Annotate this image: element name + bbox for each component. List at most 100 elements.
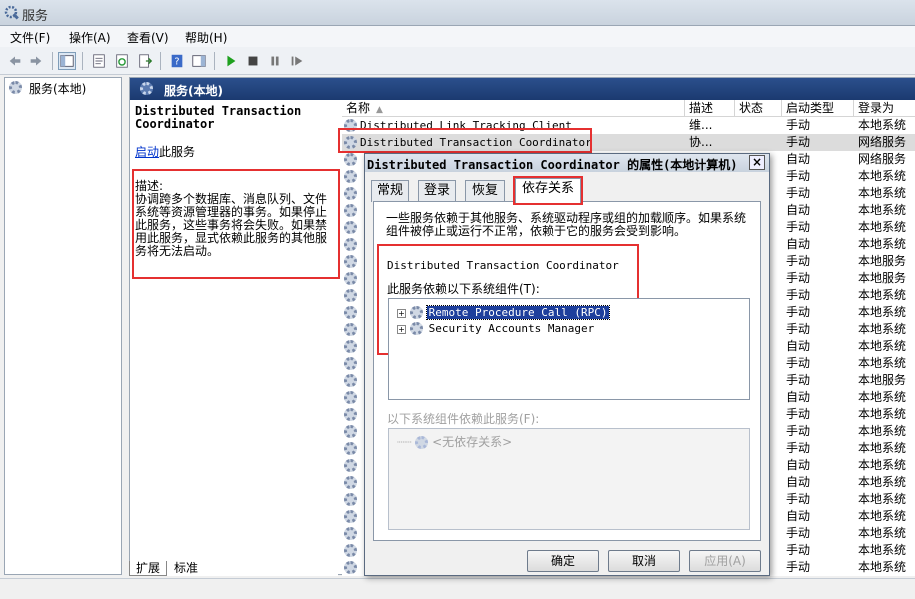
properties-dialog: Distributed Transaction Coordinator 的属性(… xyxy=(364,153,770,576)
service-gear-icon xyxy=(344,561,357,574)
cell-startup: 手动 xyxy=(786,424,811,438)
cell-logon: 本地服务 xyxy=(858,254,907,268)
service-gear-icon xyxy=(344,323,357,336)
col-header-logon-as[interactable]: 登录为 xyxy=(854,100,915,117)
toolbar: ? xyxy=(0,47,915,75)
cell-startup: 手动 xyxy=(786,118,811,132)
properties-sheet-icon[interactable] xyxy=(90,52,108,70)
cancel-button[interactable]: 取消 xyxy=(608,550,680,572)
service-gear-icon xyxy=(344,374,357,387)
cell-logon: 本地系统 xyxy=(858,543,907,557)
service-gear-icon xyxy=(344,357,357,370)
dependents-item-label: <无依存关系> xyxy=(432,435,513,449)
services-node-icon xyxy=(9,81,22,97)
col-header-description[interactable]: 描述 xyxy=(685,100,735,117)
dialog-close-button[interactable]: × xyxy=(749,155,765,170)
cell-startup: 手动 xyxy=(786,271,811,285)
cell-startup: 自动 xyxy=(786,390,811,404)
cell-startup: 手动 xyxy=(786,322,811,336)
cell-logon: 本地系统 xyxy=(858,118,907,132)
service-gear-icon xyxy=(344,204,357,217)
dependents-item: ┈┈ <无依存关系> xyxy=(397,435,513,449)
cell-logon: 本地系统 xyxy=(858,356,907,370)
stop-service-icon[interactable] xyxy=(244,52,262,70)
cell-startup: 手动 xyxy=(786,220,811,234)
console-tree-icon[interactable] xyxy=(58,52,76,70)
cell-logon: 本地系统 xyxy=(858,203,907,217)
expand-icon[interactable]: + xyxy=(397,325,406,334)
service-gear-icon xyxy=(344,187,357,200)
cell-startup: 手动 xyxy=(786,254,811,268)
window-title: 服务 xyxy=(22,9,49,24)
cell-startup: 手动 xyxy=(786,373,811,387)
tab-logon[interactable]: 登录 xyxy=(418,180,456,202)
tab-extended[interactable]: 扩展 xyxy=(129,561,167,576)
cell-logon: 本地系统 xyxy=(858,169,907,183)
cell-startup: 自动 xyxy=(786,339,811,353)
cell-logon: 本地系统 xyxy=(858,186,907,200)
refresh-icon[interactable] xyxy=(113,52,131,70)
start-service-link[interactable]: 启动 xyxy=(135,145,159,159)
service-gear-icon xyxy=(344,527,357,540)
cell-logon: 本地系统 xyxy=(858,560,907,574)
back-arrow-icon[interactable] xyxy=(6,52,24,70)
cell-startup: 手动 xyxy=(786,135,811,149)
tab-recovery[interactable]: 恢复 xyxy=(465,180,505,202)
ok-button[interactable]: 确定 xyxy=(527,550,599,572)
col-header-name[interactable]: 名称 ▲ xyxy=(342,100,685,117)
depends-on-item[interactable]: + Security Accounts Manager xyxy=(397,321,596,335)
dialog-title: Distributed Transaction Coordinator 的属性(… xyxy=(367,158,738,172)
service-gear-icon xyxy=(344,442,357,455)
cell-startup: 手动 xyxy=(786,492,811,506)
forward-arrow-icon[interactable] xyxy=(27,52,45,70)
service-gear-icon xyxy=(344,340,357,353)
cell-logon: 本地系统 xyxy=(858,339,907,353)
service-gear-icon xyxy=(344,221,357,234)
menu-action[interactable]: 操作(A) xyxy=(69,29,111,46)
cell-desc: 协... xyxy=(689,135,713,149)
service-gear-icon xyxy=(344,425,357,438)
service-gear-icon xyxy=(344,289,357,302)
content-header-title: 服务(本地) xyxy=(164,84,223,98)
cell-logon: 本地系统 xyxy=(858,526,907,540)
tab-standard[interactable]: 标准 xyxy=(169,561,203,576)
col-header-status[interactable]: 状态 xyxy=(735,100,782,117)
cell-startup: 手动 xyxy=(786,441,811,455)
service-gear-icon xyxy=(409,322,423,335)
dependencies-intro: 一些服务依赖于其他服务、系统驱动程序或组的加载顺序。如果系统组件被停止或运行不正… xyxy=(386,211,747,238)
service-gear-icon xyxy=(344,391,357,404)
dependents-tree: ┈┈ <无依存关系> xyxy=(388,428,750,530)
tree-node-services-local[interactable]: 服务(本地) xyxy=(29,80,86,97)
cell-logon: 本地系统 xyxy=(858,509,907,523)
expand-icon[interactable]: + xyxy=(397,309,406,318)
col-header-startup-type[interactable]: 启动类型 xyxy=(782,100,854,117)
menu-view[interactable]: 查看(V) xyxy=(127,29,169,46)
cell-startup: 手动 xyxy=(786,288,811,302)
cell-startup: 自动 xyxy=(786,475,811,489)
cell-logon: 网络服务 xyxy=(858,135,907,149)
description-panel: Distributed Transaction Coordinator 启动此服… xyxy=(130,100,340,576)
help-icon[interactable]: ? xyxy=(168,52,186,70)
service-gear-icon xyxy=(344,306,357,319)
depends-on-item-label: Security Accounts Manager xyxy=(428,322,595,335)
show-hide-action-pane-icon[interactable] xyxy=(190,52,208,70)
tab-general[interactable]: 常规 xyxy=(371,180,409,202)
cell-startup: 自动 xyxy=(786,152,811,166)
service-gear-icon xyxy=(344,170,357,183)
cell-startup: 手动 xyxy=(786,356,811,370)
restart-service-icon[interactable] xyxy=(288,52,306,70)
pause-service-icon[interactable] xyxy=(266,52,284,70)
tab-dependencies-highlight xyxy=(513,176,583,205)
start-service-icon[interactable] xyxy=(222,52,240,70)
cell-startup: 手动 xyxy=(786,526,811,540)
depends-on-tree[interactable]: + Remote Procedure Call (RPC) + Security… xyxy=(388,298,750,400)
menu-help[interactable]: 帮助(H) xyxy=(185,29,227,46)
depends-on-item[interactable]: + Remote Procedure Call (RPC) xyxy=(397,305,611,320)
apply-button[interactable]: 应用(A) xyxy=(689,550,761,572)
cell-logon: 本地系统 xyxy=(858,237,907,251)
cell-desc: 维... xyxy=(689,118,713,132)
svg-text:?: ? xyxy=(174,57,179,68)
menu-file[interactable]: 文件(F) xyxy=(10,29,50,46)
services-icon xyxy=(4,5,19,20)
export-list-icon[interactable] xyxy=(136,52,154,70)
